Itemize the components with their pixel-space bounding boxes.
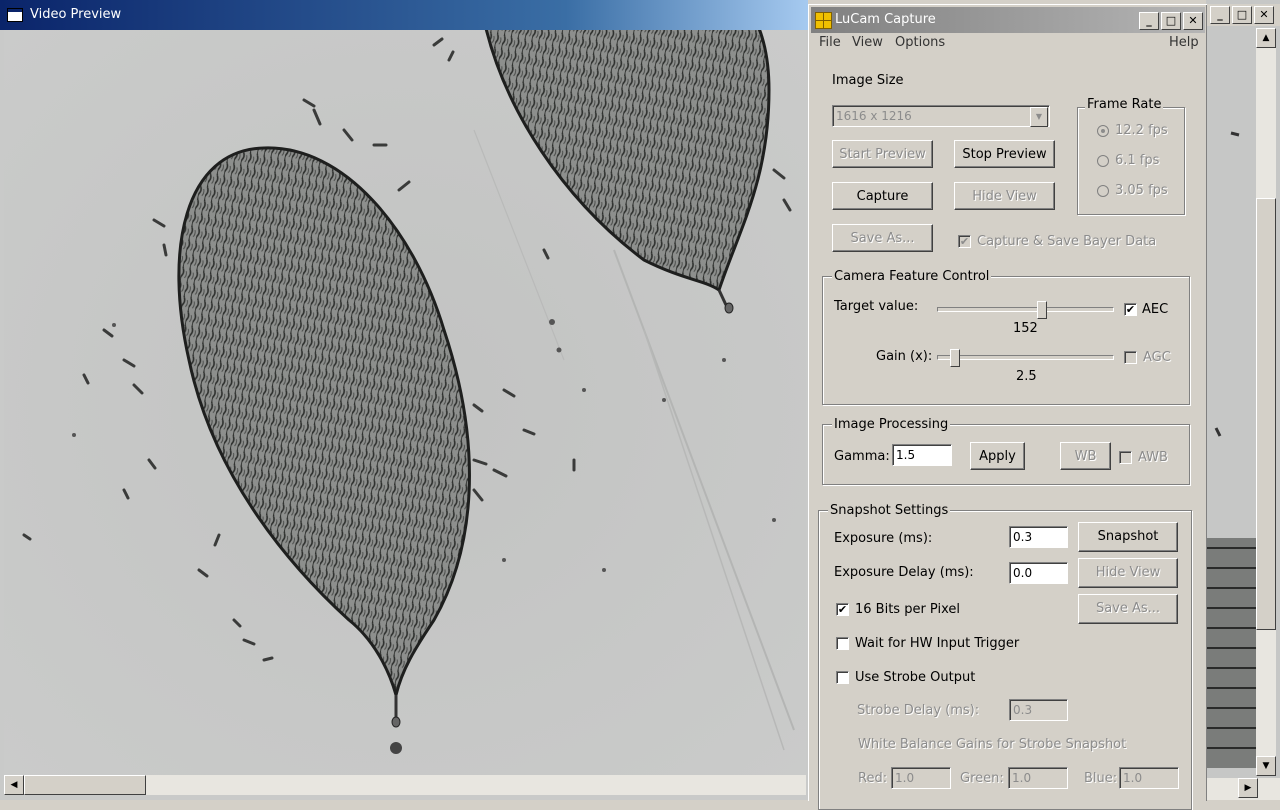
red-gain-label: Red: (858, 771, 888, 786)
scroll-up-icon[interactable]: ▲ (1256, 28, 1276, 48)
scroll-right-icon[interactable]: ▶ (1238, 778, 1258, 798)
frame-rate-radio-1[interactable] (1097, 125, 1109, 137)
agc-label: AGC (1143, 350, 1171, 365)
microscope-video-frame (4, 30, 806, 775)
bayer-data-checkbox[interactable]: ✔ (958, 235, 971, 248)
wb-gains-label: White Balance Gains for Strobe Snapshot (858, 737, 1127, 752)
target-value-readout: 152 (1013, 321, 1038, 336)
snapshot-settings-title: Snapshot Settings (828, 503, 951, 518)
camera-feature-title: Camera Feature Control (832, 269, 992, 284)
snapshot-settings-group (818, 510, 1192, 810)
maximize-icon[interactable]: □ (1232, 6, 1252, 24)
target-value-label: Target value: (834, 299, 919, 314)
target-value-track[interactable] (937, 307, 1114, 312)
lucam-capture-window: LuCam Capture _ □ ✕ File View Options He… (808, 4, 1207, 810)
image-size-value: 1616 x 1216 (836, 109, 912, 123)
minimize-icon[interactable]: _ (1210, 6, 1230, 24)
scrollbar-thumb[interactable] (1256, 198, 1276, 630)
sixteen-bits-label: 16 Bits per Pixel (855, 602, 961, 617)
exposure-label: Exposure (ms): (834, 531, 933, 546)
hw-trigger-checkbox[interactable] (836, 637, 849, 650)
strobe-delay-input[interactable]: 0.3 (1009, 699, 1068, 721)
video-preview-titlebar[interactable]: Video Preview (0, 0, 808, 30)
minimize-icon[interactable]: _ (1139, 12, 1159, 30)
sixteen-bits-checkbox[interactable]: ✔ (836, 603, 849, 616)
background-window-titlebar[interactable]: _ □ ✕ (1206, 4, 1280, 26)
hide-view-button[interactable]: Hide View (954, 182, 1055, 210)
gain-readout: 2.5 (1016, 369, 1037, 384)
scrollbar-thumb[interactable] (24, 775, 146, 795)
scroll-left-icon[interactable]: ◀ (4, 775, 24, 795)
wb-button[interactable]: WB (1060, 442, 1111, 470)
background-horizontal-scrollbar[interactable]: ▶ (1206, 778, 1280, 800)
red-gain-input[interactable]: 1.0 (891, 767, 951, 789)
agc-checkbox[interactable] (1124, 351, 1137, 364)
exposure-delay-input[interactable]: 0.0 (1009, 562, 1068, 584)
bayer-data-label: Capture & Save Bayer Data (977, 234, 1157, 249)
exposure-delay-label: Exposure Delay (ms): (834, 565, 974, 580)
image-size-label: Image Size (832, 73, 904, 88)
preview-horizontal-scrollbar[interactable]: ◀ (4, 775, 806, 795)
green-gain-input[interactable]: 1.0 (1008, 767, 1068, 789)
camera-feature-group (822, 276, 1190, 405)
awb-label: AWB (1138, 450, 1168, 465)
snapshot-hide-view-button[interactable]: Hide View (1078, 558, 1178, 588)
capture-button[interactable]: Capture (832, 182, 933, 210)
menu-view[interactable]: View (852, 35, 883, 50)
background-image (1206, 131, 1256, 768)
gain-label: Gain (x): (876, 349, 933, 364)
frame-rate-option-1: 12.2 fps (1115, 123, 1168, 138)
lucam-title: LuCam Capture (835, 12, 936, 27)
awb-checkbox[interactable] (1119, 451, 1132, 464)
scroll-down-icon[interactable]: ▼ (1256, 756, 1276, 776)
target-value-slider-thumb[interactable] (1037, 301, 1048, 319)
lucam-titlebar[interactable]: LuCam Capture _ □ ✕ (811, 7, 1205, 33)
frame-rate-option-2: 6.1 fps (1115, 153, 1160, 168)
background-image-area (1206, 28, 1256, 776)
start-preview-button[interactable]: Start Preview (832, 140, 933, 168)
video-preview-title: Video Preview (30, 7, 122, 22)
aec-label: AEC (1142, 302, 1169, 317)
close-icon[interactable]: ✕ (1183, 12, 1203, 30)
snapshot-save-as-button[interactable]: Save As... (1078, 594, 1178, 624)
background-vertical-scrollbar[interactable]: ▲ ▼ (1256, 28, 1276, 776)
microscope-image (4, 30, 806, 775)
exposure-input[interactable]: 0.3 (1009, 526, 1068, 548)
aec-checkbox[interactable]: ✔ (1124, 303, 1137, 316)
background-window: _ □ ✕ ▲ ▼ ▶ (1206, 0, 1280, 800)
window-icon (7, 8, 23, 22)
maximize-icon[interactable]: □ (1161, 12, 1181, 30)
frame-rate-radio-3[interactable] (1097, 185, 1109, 197)
lucam-app-icon (815, 12, 832, 29)
close-icon[interactable]: ✕ (1254, 6, 1274, 24)
image-processing-title: Image Processing (832, 417, 951, 432)
menu-help[interactable]: Help (1169, 35, 1199, 50)
gain-track[interactable] (937, 355, 1114, 360)
menu-file[interactable]: File (819, 35, 841, 50)
strobe-output-label: Use Strobe Output (855, 670, 976, 685)
frame-rate-radio-2[interactable] (1097, 155, 1109, 167)
strobe-output-checkbox[interactable] (836, 671, 849, 684)
apply-button[interactable]: Apply (970, 442, 1025, 470)
strobe-delay-label: Strobe Delay (ms): (857, 703, 980, 718)
save-as-button[interactable]: Save As... (832, 224, 933, 252)
stop-preview-button[interactable]: Stop Preview (954, 140, 1055, 168)
chevron-down-icon[interactable]: ▼ (1030, 107, 1048, 127)
gamma-label: Gamma: (834, 449, 890, 464)
green-gain-label: Green: (960, 771, 1004, 786)
hw-trigger-label: Wait for HW Input Trigger (855, 636, 1020, 651)
gain-slider-thumb[interactable] (950, 349, 961, 367)
snapshot-button[interactable]: Snapshot (1078, 522, 1178, 552)
blue-gain-input[interactable]: 1.0 (1119, 767, 1179, 789)
frame-rate-option-3: 3.05 fps (1115, 183, 1168, 198)
menu-options[interactable]: Options (895, 35, 945, 50)
video-preview-window: Video Preview ◀ (0, 0, 808, 800)
frame-rate-title: Frame Rate (1085, 97, 1164, 112)
image-size-select[interactable]: 1616 x 1216 ▼ (832, 105, 1050, 127)
blue-gain-label: Blue: (1084, 771, 1118, 786)
gamma-input[interactable]: 1.5 (892, 444, 952, 466)
